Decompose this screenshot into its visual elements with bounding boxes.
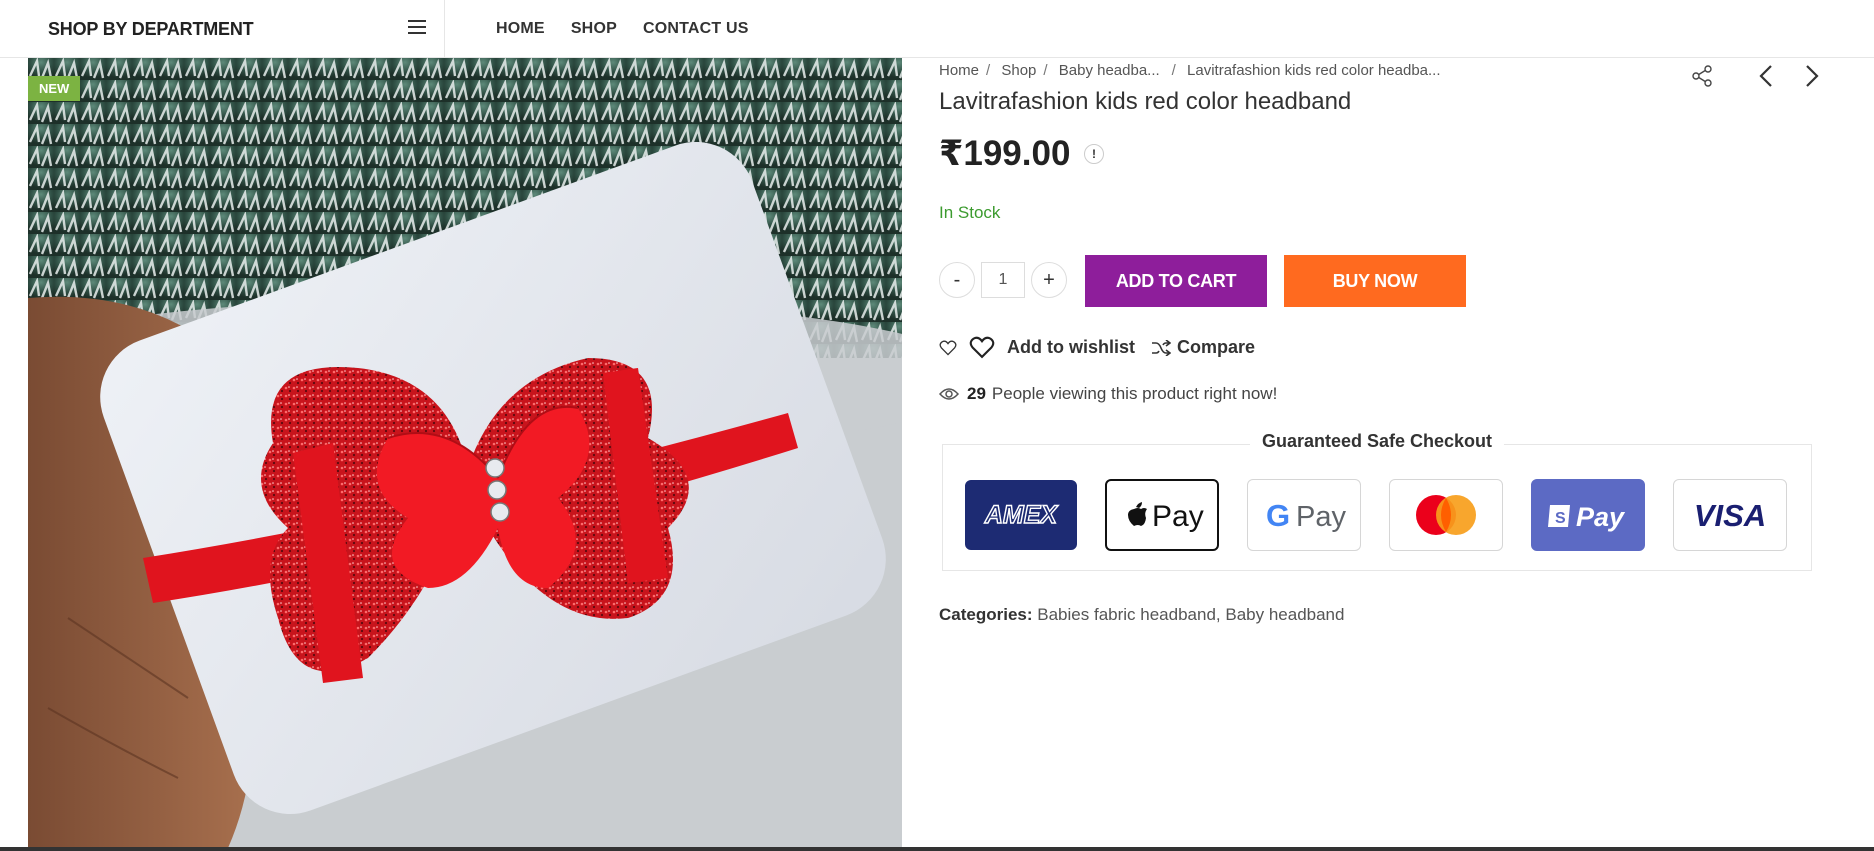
quantity-plus-button[interactable]: +	[1031, 262, 1067, 298]
google-pay-icon: G Pay	[1247, 479, 1361, 551]
breadcrumb-category[interactable]: Baby headba...	[1059, 62, 1160, 79]
svg-text:AMEX: AMEX	[984, 501, 1059, 529]
quantity-minus-button[interactable]: -	[939, 262, 975, 298]
top-header: SHOP BY DEPARTMENT HOME SHOP CONTACT US	[0, 0, 1874, 58]
nav-shop[interactable]: SHOP	[571, 20, 617, 38]
product-title: Lavitrafashion kids red color headband	[939, 88, 1352, 115]
product-actions: Add to wishlist Compare	[939, 336, 1255, 359]
quantity-input[interactable]	[981, 262, 1025, 298]
product-price: ₹199.00	[939, 134, 1071, 173]
breadcrumb-current: Lavitrafashion kids red color headba...	[1187, 62, 1441, 79]
category-link-baby-headband[interactable]: Baby headband	[1225, 605, 1344, 624]
wishlist-label: Add to wishlist	[1007, 337, 1135, 357]
nav-contact-us[interactable]: CONTACT US	[643, 20, 749, 38]
heart-icon	[969, 336, 995, 359]
breadcrumb-home[interactable]: Home	[939, 62, 979, 79]
main-nav: HOME SHOP CONTACT US	[496, 0, 749, 58]
safe-checkout: Guaranteed Safe Checkout AMEX Pay G Pay	[942, 431, 1812, 571]
apple-pay-icon: Pay	[1105, 479, 1219, 551]
compare-link[interactable]: Compare	[1151, 337, 1255, 358]
share-icon[interactable]	[1690, 64, 1714, 88]
payment-cards: AMEX Pay G Pay S Pay VISA	[965, 479, 1787, 551]
shop-by-department[interactable]: SHOP BY DEPARTMENT	[28, 0, 445, 58]
hamburger-menu-icon[interactable]	[408, 20, 426, 36]
live-viewers: 29 People viewing this product right now…	[939, 384, 1277, 404]
categories-label: Categories:	[939, 605, 1033, 624]
compare-label: Compare	[1177, 337, 1256, 357]
product-image[interactable]: NEW	[28, 58, 902, 848]
shop-pay-icon: S Pay	[1531, 479, 1645, 551]
eye-icon	[939, 387, 959, 401]
stock-status: In Stock	[939, 203, 1001, 222]
breadcrumb-shop[interactable]: Shop	[1001, 62, 1036, 79]
shuffle-icon	[1151, 339, 1171, 356]
product-categories: Categories: Babies fabric headband, Baby…	[939, 605, 1345, 624]
department-title: SHOP BY DEPARTMENT	[48, 18, 254, 39]
nav-home[interactable]: HOME	[496, 20, 545, 38]
amex-icon: AMEX	[965, 480, 1077, 550]
mastercard-icon	[1389, 479, 1503, 551]
next-product-icon[interactable]	[1800, 64, 1824, 88]
product-photo	[28, 58, 902, 848]
category-link-babies-fabric-headband[interactable]: Babies fabric headband	[1037, 605, 1216, 624]
product-tools	[1690, 64, 1824, 88]
heart-small-icon	[939, 340, 957, 356]
svg-text:G: G	[1266, 498, 1290, 533]
wishlist-link[interactable]: Add to wishlist	[939, 336, 1135, 359]
svg-text:VISA: VISA	[1694, 498, 1766, 533]
viewers-text: People viewing this product right now!	[991, 384, 1278, 403]
svg-text:Pay: Pay	[1152, 500, 1204, 533]
price-info-icon[interactable]: !	[1084, 144, 1104, 164]
quantity-stepper: - +	[939, 262, 1067, 298]
visa-icon: VISA	[1673, 479, 1787, 551]
safe-checkout-title: Guaranteed Safe Checkout	[1249, 431, 1505, 452]
svg-text:Pay: Pay	[1296, 501, 1346, 533]
svg-text:S: S	[1555, 510, 1566, 527]
viewers-count: 29	[967, 384, 986, 403]
bottom-divider	[0, 847, 1874, 851]
breadcrumb: Home / Shop / Baby headba... / Lavitrafashi…	[939, 62, 1441, 79]
add-to-cart-button[interactable]: ADD TO CART	[1085, 255, 1267, 307]
new-badge: NEW	[28, 76, 81, 101]
previous-product-icon[interactable]	[1754, 64, 1778, 88]
svg-text:Pay: Pay	[1576, 502, 1626, 532]
buy-now-button[interactable]: BUY NOW	[1284, 255, 1466, 307]
